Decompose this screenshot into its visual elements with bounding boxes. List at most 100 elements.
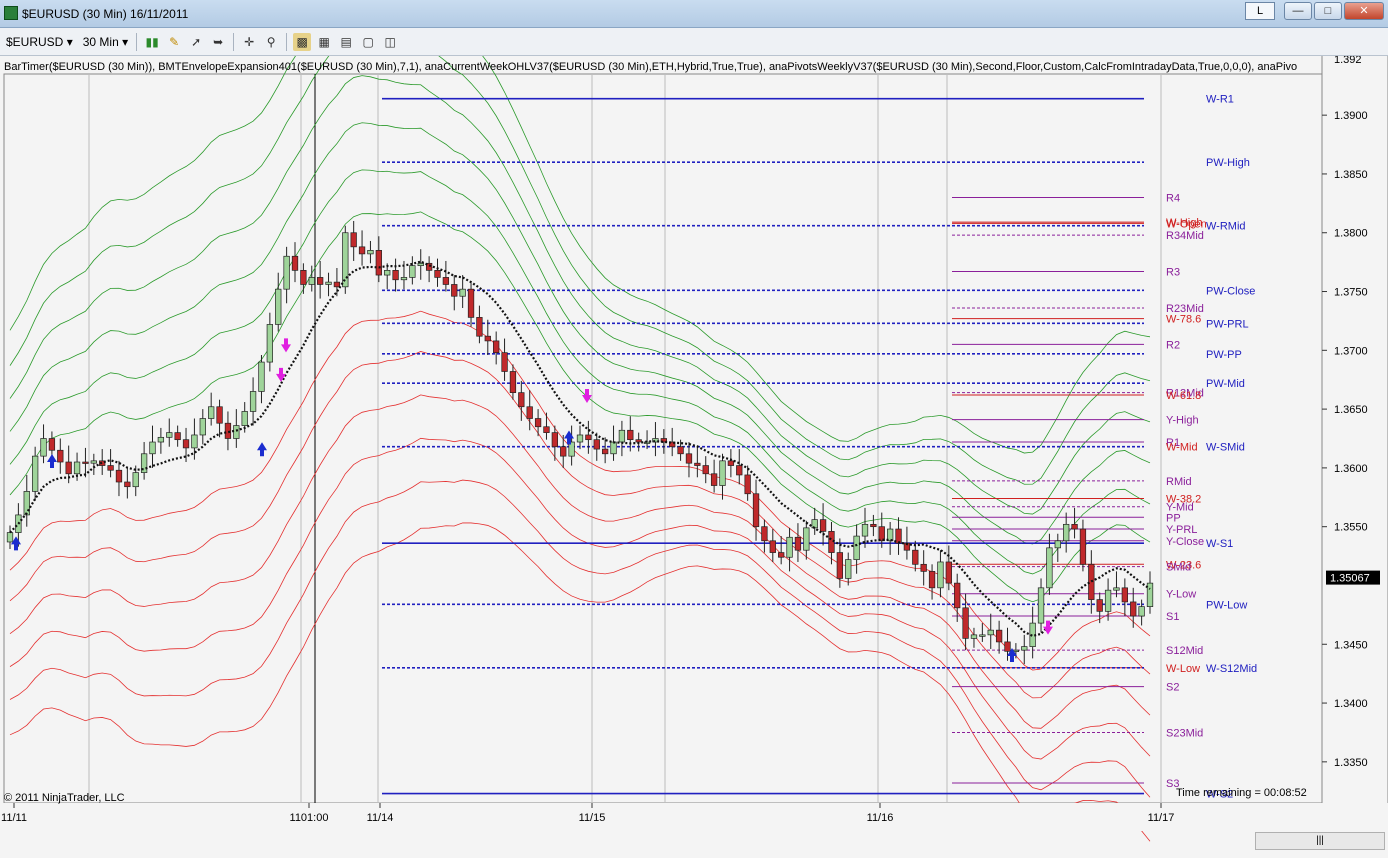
level-label: PP	[1166, 512, 1181, 524]
candle-body	[409, 265, 416, 278]
chart-panel[interactable]: W-R1 PW-High R4 W-High W-Open W-RMid R34Mid R3 P…	[0, 56, 1388, 858]
candle-body	[258, 361, 265, 392]
level-label: PW-PP	[1206, 349, 1242, 361]
candle-body	[1113, 587, 1120, 591]
zoom-icon[interactable]: ⚲	[262, 33, 280, 51]
candle-body	[316, 277, 324, 285]
data-box-icon[interactable]: ▢	[359, 33, 377, 51]
crosshair-icon[interactable]: ✛	[240, 33, 258, 51]
maximize-button[interactable]: □	[1314, 2, 1342, 20]
candle-body	[677, 446, 684, 455]
indicator-list: BarTimer($EURUSD (30 Min)), BMTEnvelopeE…	[4, 61, 1298, 73]
chart-toolbar: $EURUSD ▾ 30 Min ▾ ▮▮ ✎ ➚ ➥ ✛ ⚲ ▩ ▦ ▤ ▢ …	[0, 28, 1388, 56]
template-icon[interactable]: ◫	[381, 33, 399, 51]
bar-style-icon[interactable]: ▩	[293, 32, 312, 51]
interval-selector[interactable]: 30 Min ▾	[79, 32, 132, 52]
candle-body	[895, 528, 902, 544]
candle-body	[241, 411, 248, 426]
candle-body	[300, 270, 307, 285]
candle-body	[794, 536, 802, 551]
price-tick-label: 1.3700	[1334, 345, 1368, 357]
candle-body	[551, 432, 559, 448]
level-label: Y-Close	[1166, 536, 1204, 548]
candlestick-icon[interactable]: ▮▮	[143, 33, 161, 51]
price-tick-label: 1.3800	[1334, 228, 1368, 240]
candle-body	[727, 460, 735, 466]
properties-icon[interactable]: ▤	[337, 33, 355, 51]
candle-body	[467, 288, 475, 318]
chart-icon[interactable]: ▦	[315, 33, 333, 51]
candle-body	[476, 317, 483, 337]
close-button[interactable]: ✕	[1344, 2, 1384, 20]
candle-body	[870, 523, 877, 528]
candle-body	[685, 453, 693, 464]
candle-body	[618, 429, 626, 443]
level-label: S23Mid	[1166, 727, 1203, 739]
pencil-icon[interactable]: ✎	[165, 33, 183, 51]
time-axis: 11/11 1101:00 11/14 11/15 11/16 11/17	[0, 803, 1388, 831]
candle-body	[400, 277, 408, 281]
candle-body	[31, 455, 39, 492]
price-chart[interactable]: W-R1PW-HighR4W-HighW-Open W-RMidR34MidR3P…	[0, 56, 1388, 858]
level-label: R3	[1166, 267, 1180, 279]
level-label: Y-High	[1166, 415, 1199, 427]
candle-body	[803, 527, 810, 551]
link-button[interactable]: L	[1245, 2, 1275, 20]
level-label: PW-Low	[1206, 599, 1247, 611]
candle-body	[48, 438, 56, 451]
candle-body	[694, 462, 701, 466]
level-label: R2	[1166, 339, 1180, 351]
toolbar-separator	[233, 32, 235, 51]
drawing-tool-icon[interactable]: ➚	[187, 33, 205, 51]
copyright-text: © 2011 NinjaTrader, LLC	[4, 792, 125, 804]
time-tick-label: 11/16	[867, 812, 894, 824]
level-label: R4	[1166, 192, 1180, 204]
price-tick-label: 1.3600	[1334, 463, 1368, 475]
candle-body	[752, 493, 760, 528]
candle-body	[719, 460, 726, 486]
candle-body	[333, 281, 341, 288]
time-tick-label: 11/11	[1, 812, 27, 824]
instrument-label: $EURUSD	[6, 34, 64, 49]
candle-body	[65, 461, 72, 475]
candle-body	[744, 474, 751, 495]
candle-body	[979, 634, 986, 637]
minimize-button[interactable]: —	[1284, 2, 1312, 20]
level-label: PW-Mid	[1206, 378, 1245, 390]
level-label: S1	[1166, 611, 1179, 623]
candle-body	[861, 523, 869, 537]
price-tick-label: 1.3450	[1334, 639, 1368, 651]
level-label: R34Mid	[1166, 230, 1204, 242]
candle-body	[233, 425, 240, 439]
level-label: W-78.6	[1166, 314, 1201, 326]
window-titlebar: $EURUSD (30 Min) 16/11/2011 L — □ ✕	[0, 0, 1388, 28]
time-tick-label: 1101:00	[290, 812, 329, 824]
candle-body	[82, 461, 89, 464]
candle-body	[149, 441, 156, 455]
instrument-selector[interactable]: $EURUSD ▾	[2, 32, 77, 52]
candle-body	[1121, 587, 1129, 603]
candle-body	[937, 561, 944, 589]
candle-body	[107, 465, 114, 471]
level-label: W-R1	[1206, 94, 1234, 106]
candle-body	[509, 371, 517, 393]
price-tick-label: 1.3400	[1334, 698, 1368, 710]
candle-body	[928, 571, 936, 589]
candle-body	[434, 270, 441, 278]
candle-body	[124, 481, 131, 488]
candle-body	[342, 232, 349, 288]
candle-body	[417, 262, 424, 267]
candle-body	[325, 281, 332, 285]
candle-body	[853, 535, 860, 560]
candle-body	[1079, 528, 1087, 565]
candle-body	[769, 540, 776, 553]
level-label: RMid	[1166, 476, 1192, 488]
candle-body	[375, 250, 382, 276]
eraser-icon[interactable]: ➥	[209, 33, 227, 51]
candle-body	[291, 255, 299, 271]
toolbar-separator	[286, 32, 288, 51]
candle-body	[1004, 641, 1011, 652]
candle-body	[1130, 601, 1137, 617]
horizontal-scrollbar[interactable]: |||	[1255, 832, 1385, 850]
candle-body	[945, 561, 952, 584]
